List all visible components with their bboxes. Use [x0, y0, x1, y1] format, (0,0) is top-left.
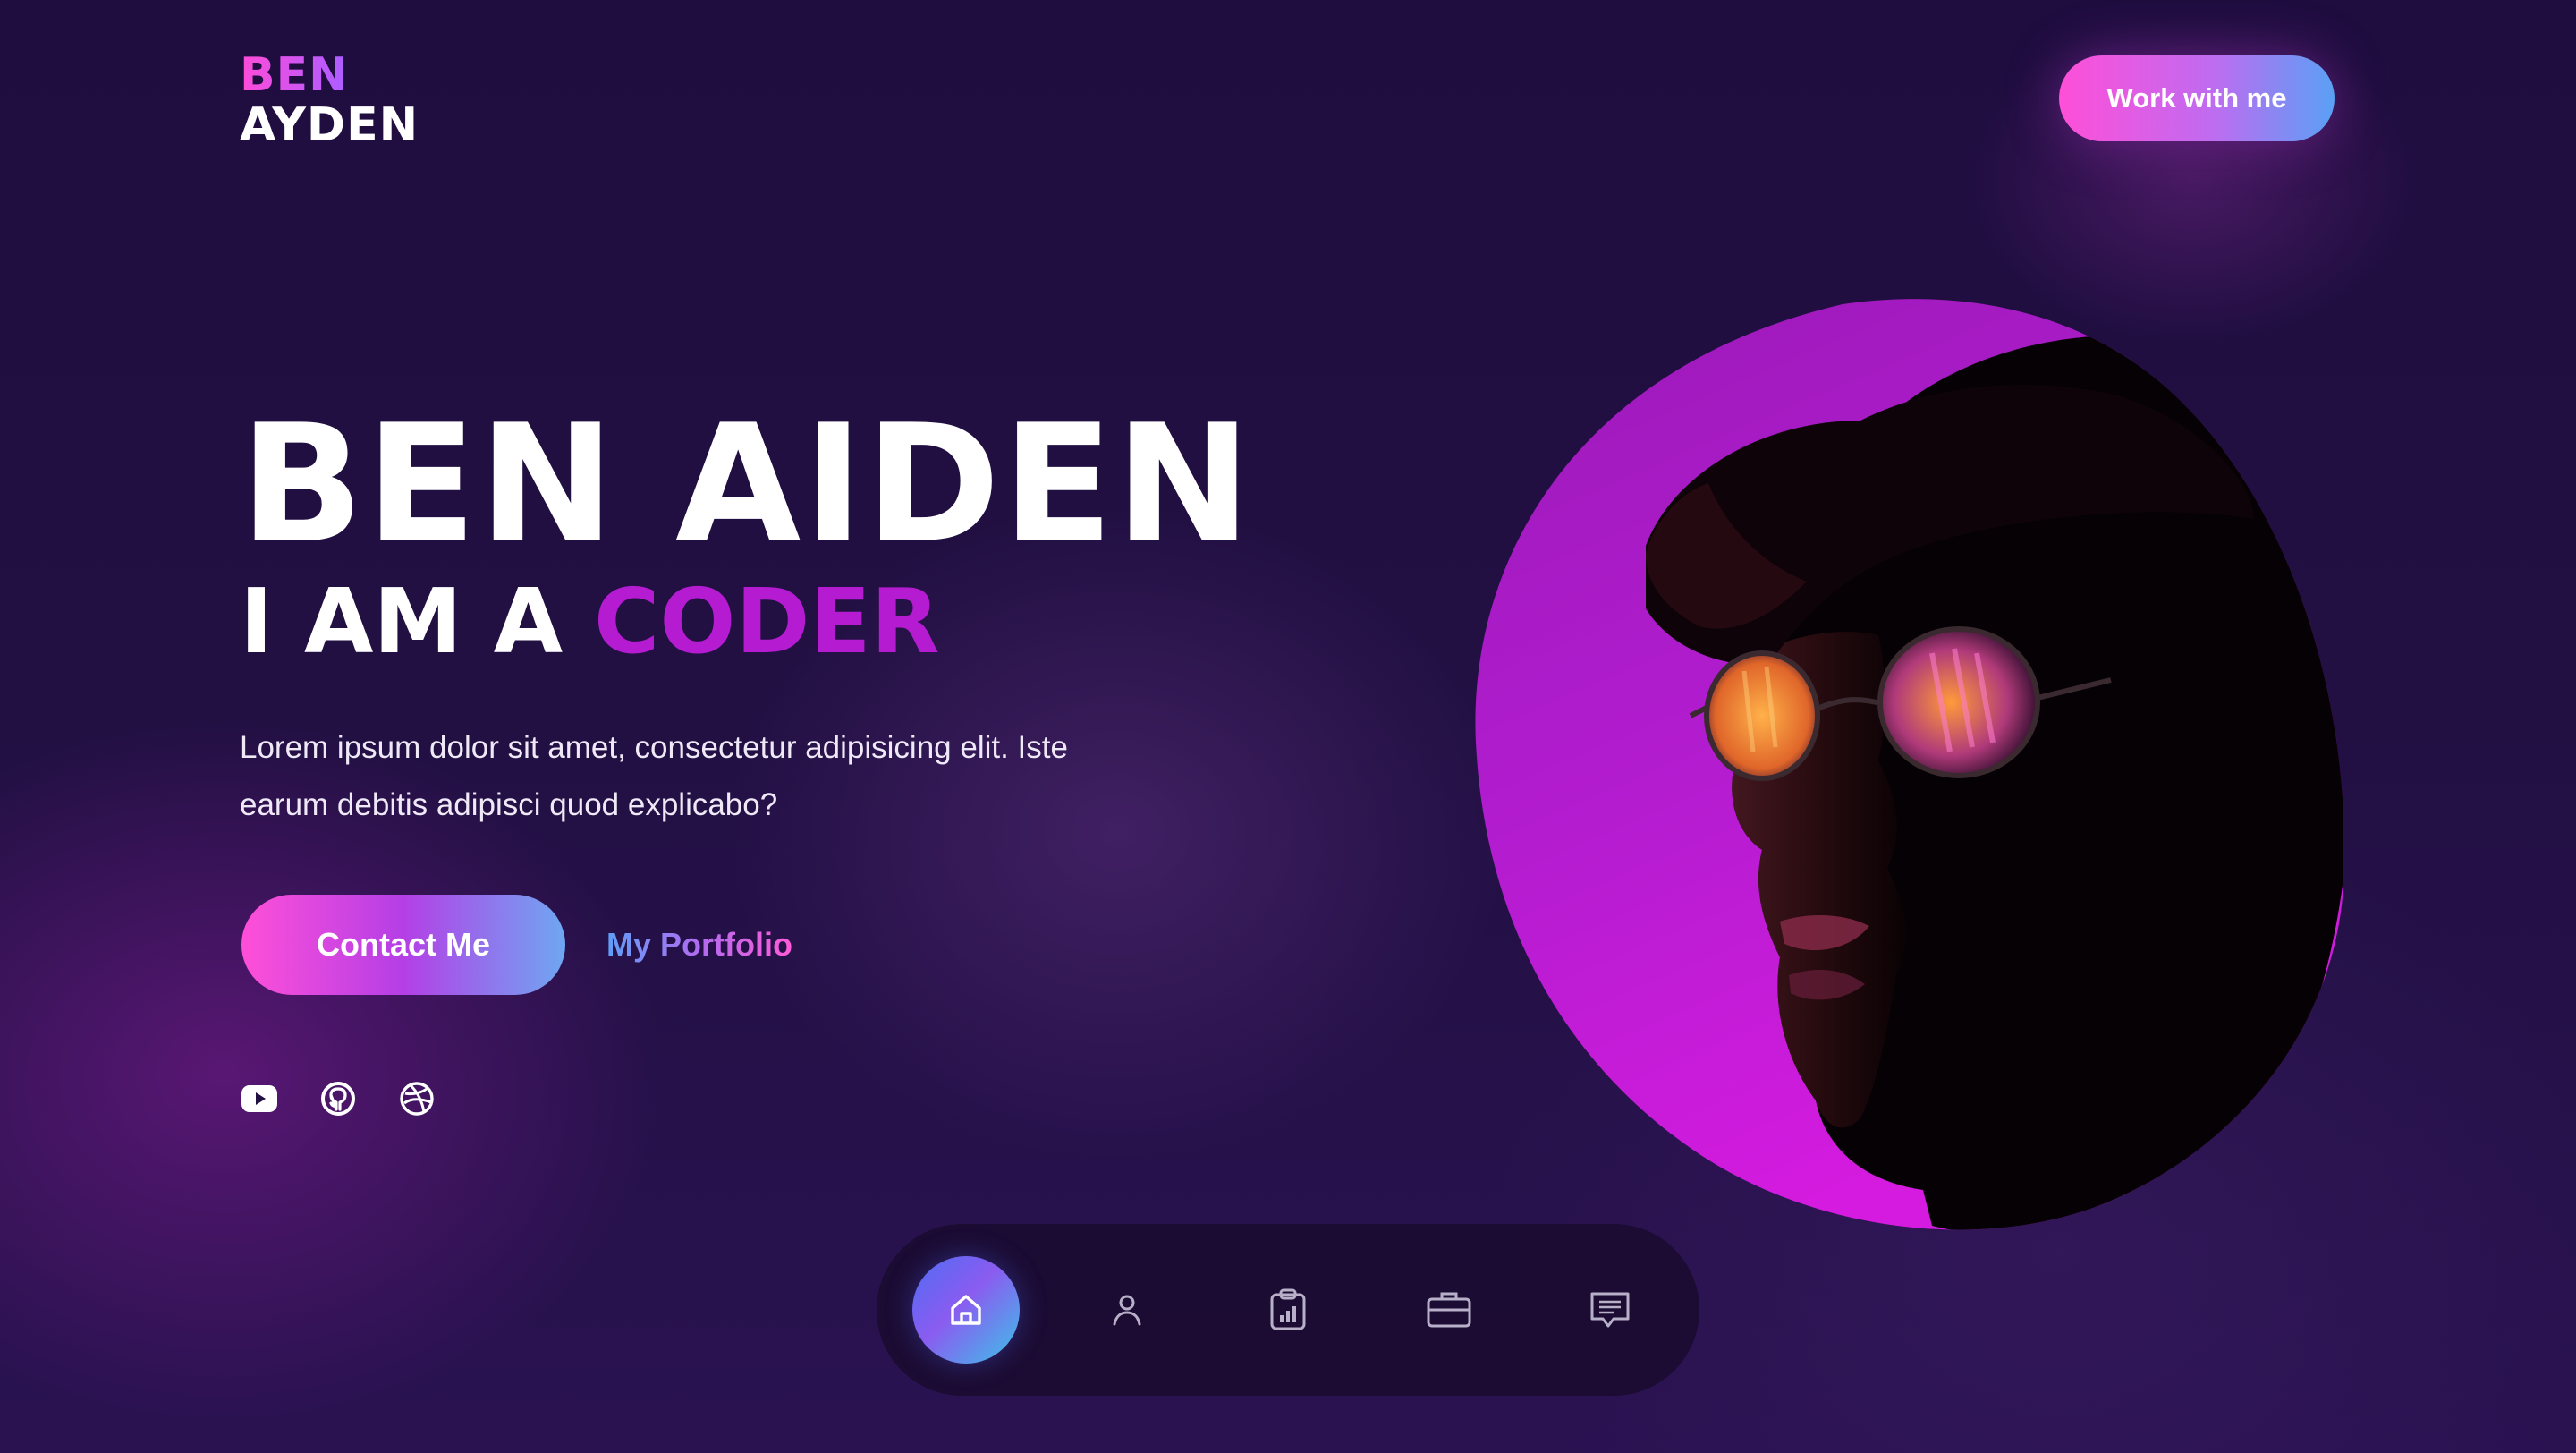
youtube-icon[interactable] [240, 1079, 279, 1118]
logo-line-2: AYDEN [240, 98, 419, 152]
home-icon [951, 1295, 981, 1325]
nav-home[interactable] [912, 1256, 1020, 1364]
social-links [240, 1079, 436, 1118]
logo[interactable]: BEN AYDEN [240, 50, 419, 150]
hero-subtitle-accent: CODER [593, 569, 940, 674]
message-icon [1590, 1292, 1630, 1328]
clipboard-chart-icon [1270, 1288, 1306, 1330]
my-portfolio-link[interactable]: My Portfolio [606, 922, 792, 968]
contact-me-button[interactable]: Contact Me [242, 895, 565, 995]
work-with-me-button[interactable]: Work with me [2059, 55, 2334, 141]
nav-contact[interactable] [1556, 1256, 1664, 1364]
nav-skills[interactable] [1234, 1256, 1342, 1364]
hero-description: Lorem ipsum dolor sit amet, consectetur … [240, 730, 1068, 822]
hero-name: BEN AIDEN [240, 389, 1254, 579]
user-icon [1113, 1295, 1141, 1326]
dribbble-icon[interactable] [397, 1079, 436, 1118]
briefcase-icon [1427, 1292, 1471, 1328]
profile-portrait [1467, 295, 2345, 1235]
hero-subtitle-prefix: I AM A [240, 569, 594, 674]
bottom-navigation [877, 1224, 1699, 1396]
github-icon[interactable] [318, 1079, 358, 1118]
nav-portfolio[interactable] [1395, 1256, 1503, 1364]
logo-line-1: BEN [240, 50, 419, 100]
hero-subtitle: I AM A CODER [240, 573, 940, 671]
nav-about[interactable] [1073, 1256, 1181, 1364]
